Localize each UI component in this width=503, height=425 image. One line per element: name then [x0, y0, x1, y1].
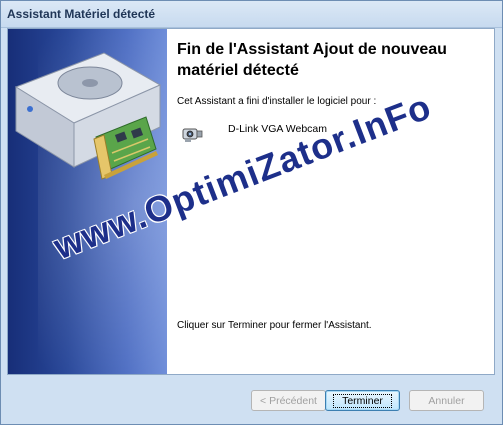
- button-bar: < Précédent Terminer Annuler: [1, 375, 502, 424]
- wizard-main: Fin de l'Assistant Ajout de nouveau maté…: [176, 29, 494, 374]
- previous-button[interactable]: < Précédent: [251, 390, 326, 411]
- cancel-button[interactable]: Annuler: [409, 390, 484, 411]
- webcam-icon: [182, 128, 203, 142]
- finish-instructions: Cliquer sur Terminer pour fermer l'Assis…: [177, 320, 372, 331]
- finish-button[interactable]: Terminer: [325, 390, 400, 411]
- wizard-window: Assistant Matériel détecté Fin de l'Assi…: [0, 0, 503, 425]
- window-title: Assistant Matériel détecté: [1, 1, 502, 28]
- finish-button-label: Terminer: [333, 393, 392, 408]
- wizard-sidebar-banner: [8, 29, 167, 374]
- page-title: Fin de l'Assistant Ajout de nouveau maté…: [177, 41, 447, 79]
- intro-text: Cet Assistant a fini d'installer le logi…: [177, 96, 377, 107]
- hardware-illustration-icon: [14, 52, 162, 180]
- device-name: D-Link VGA Webcam: [228, 123, 328, 135]
- wizard-content: Fin de l'Assistant Ajout de nouveau maté…: [7, 28, 495, 375]
